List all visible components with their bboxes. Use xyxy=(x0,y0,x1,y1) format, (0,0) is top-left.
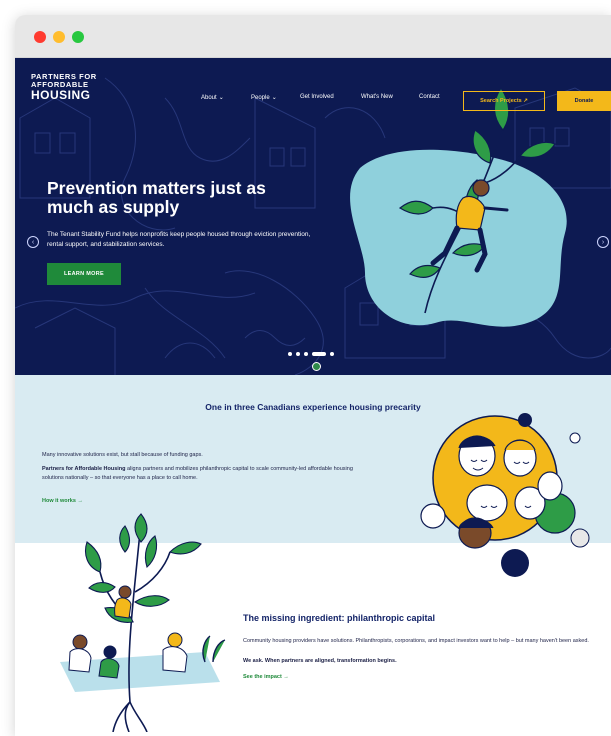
search-projects-button[interactable]: Search Projects ↗ xyxy=(463,91,545,111)
nav-item-label: People xyxy=(251,95,270,101)
community-illustration xyxy=(420,413,590,577)
see-impact-link[interactable]: See the impact → xyxy=(243,674,289,680)
nav-item-get-involved[interactable]: Get Involved xyxy=(300,94,334,100)
carousel-dot[interactable] xyxy=(296,352,300,356)
capital-body: Community housing providers have solutio… xyxy=(243,638,589,644)
capital-heading: The missing ingredient: philanthropic ca… xyxy=(243,613,436,623)
chevron-down-icon: ⌄ xyxy=(271,95,277,101)
org-name: Partners for Affordable Housing xyxy=(42,466,126,472)
carousel-dot-active[interactable] xyxy=(312,352,326,356)
chevron-down-icon: ⌄ xyxy=(218,95,224,101)
chevron-right-icon[interactable]: › xyxy=(597,236,609,248)
nav-item-whats-new[interactable]: What's New xyxy=(361,94,393,100)
zoom-window-button[interactable] xyxy=(72,31,84,43)
gardeners-illustration xyxy=(60,513,226,732)
nav-item-about[interactable]: About ⌄ xyxy=(201,94,224,101)
chevron-left-icon[interactable]: ‹ xyxy=(27,236,39,248)
window-titlebar xyxy=(15,15,611,58)
carousel-dot[interactable] xyxy=(288,352,292,356)
hero-banner: PARTNERS FOR AFFORDABLE HOUSING About ⌄ P… xyxy=(15,58,611,375)
hero-description: The Tenant Stability Fund helps nonprofi… xyxy=(47,231,311,248)
carousel-pause-icon[interactable] xyxy=(312,362,321,371)
nav-item-contact[interactable]: Contact xyxy=(419,94,440,100)
minimize-window-button[interactable] xyxy=(53,31,65,43)
browser-window: PARTNERS FOR AFFORDABLE HOUSING About ⌄ P… xyxy=(15,15,611,736)
precarity-intro: Many innovative solutions exist, but sta… xyxy=(42,452,203,458)
donate-button[interactable]: Donate xyxy=(557,91,611,111)
carousel-dot[interactable] xyxy=(330,352,334,356)
carousel-dot[interactable] xyxy=(304,352,308,356)
nav-item-label: About xyxy=(201,95,217,101)
hero-title: Prevention matters just as much as suppl… xyxy=(47,178,266,217)
how-it-works-link[interactable]: How it works → xyxy=(42,498,83,504)
logo-line-2: AFFORDABLE xyxy=(31,79,89,89)
precarity-body: Partners for Affordable Housing aligns p… xyxy=(42,465,372,482)
learn-more-button[interactable]: LEARN MORE xyxy=(47,263,121,285)
close-window-button[interactable] xyxy=(34,31,46,43)
nav-item-people[interactable]: People ⌄ xyxy=(251,94,277,101)
capital-emphasis: We ask. When partners are aligned, trans… xyxy=(243,658,397,664)
